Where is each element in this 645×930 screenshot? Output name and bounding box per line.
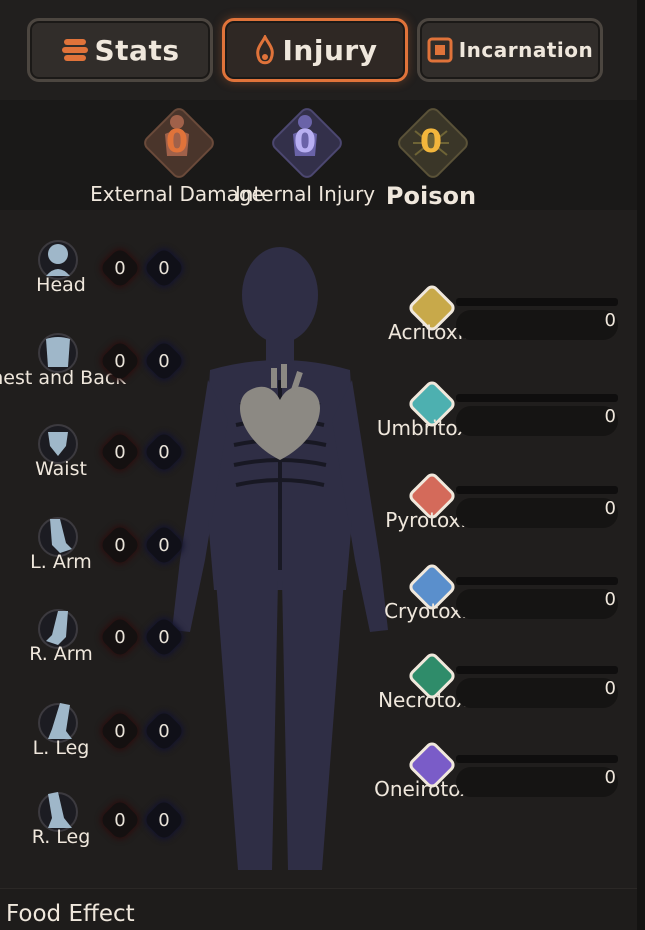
panel-edge bbox=[637, 0, 645, 930]
internal-injury-value: 0 bbox=[293, 122, 317, 160]
umbritoxin-bar bbox=[456, 394, 618, 402]
necrotoxin-value-track bbox=[456, 678, 618, 708]
food-effect-section[interactable]: Food Effect bbox=[0, 888, 637, 930]
poison-pyrotoxin[interactable]: Pyrotoxin 0 bbox=[372, 468, 622, 556]
acritoxin-value: 0 bbox=[604, 310, 616, 331]
body-part-right-leg[interactable]: R. Leg 0 0 bbox=[0, 784, 200, 864]
cryotoxin-value-track bbox=[456, 589, 618, 619]
necrotoxin-bar bbox=[456, 666, 618, 674]
body-part-waist[interactable]: Waist 0 0 bbox=[0, 416, 200, 496]
poison-necrotoxin[interactable]: Necrotoxin 0 bbox=[372, 648, 622, 736]
tab-stats-label: Stats bbox=[94, 33, 180, 67]
poison-umbritoxin[interactable]: Umbritoxin 0 bbox=[372, 376, 622, 464]
incarnation-icon bbox=[427, 37, 453, 63]
tab-incarnation[interactable]: Incarnation bbox=[417, 18, 603, 82]
body-part-left-arm[interactable]: L. Arm 0 0 bbox=[0, 509, 200, 589]
tab-injury-label: Injury bbox=[282, 33, 378, 67]
food-effect-label: Food Effect bbox=[6, 901, 135, 927]
oneirotoxin-value-track bbox=[456, 767, 618, 797]
body-part-right-arm[interactable]: R. Arm 0 0 bbox=[0, 601, 200, 681]
body-part-chest-label: Chest and Back bbox=[0, 367, 127, 389]
head-internal-value: 0 bbox=[142, 246, 186, 290]
right-leg-internal-value: 0 bbox=[142, 798, 186, 842]
stack-icon bbox=[61, 39, 88, 61]
body-diagram: Head 0 0 Chest and Back 0 0 Waist 0 0 bbox=[0, 210, 637, 890]
oneirotoxin-bar bbox=[456, 755, 618, 763]
pyrotoxin-value: 0 bbox=[604, 498, 616, 519]
acritoxin-value-track bbox=[456, 310, 618, 340]
summary-poison[interactable]: 0 Poison bbox=[376, 104, 486, 210]
body-part-chest-and-back[interactable]: Chest and Back 0 0 bbox=[0, 325, 200, 405]
body-part-head[interactable]: Head 0 0 bbox=[0, 232, 200, 312]
poison-spider-icon: 0 bbox=[394, 104, 472, 182]
flame-icon bbox=[255, 35, 274, 65]
tab-stats[interactable]: Stats bbox=[27, 18, 213, 82]
pyrotoxin-bar bbox=[456, 486, 618, 494]
umbritoxin-value: 0 bbox=[604, 406, 616, 427]
left-arm-internal-value: 0 bbox=[142, 523, 186, 567]
left-leg-internal-value: 0 bbox=[142, 709, 186, 753]
body-part-left-leg[interactable]: L. Leg 0 0 bbox=[0, 695, 200, 775]
external-damage-value: 0 bbox=[165, 122, 189, 160]
chest-external-value: 0 bbox=[98, 339, 142, 383]
chest-internal-value: 0 bbox=[142, 339, 186, 383]
cryotoxin-bar bbox=[456, 577, 618, 585]
umbritoxin-value-track bbox=[456, 406, 618, 436]
poison-acritoxin[interactable]: Acritoxin 0 bbox=[372, 280, 622, 368]
right-leg-external-value: 0 bbox=[98, 798, 142, 842]
right-arm-internal-value: 0 bbox=[142, 615, 186, 659]
cryotoxin-value: 0 bbox=[604, 589, 616, 610]
tab-injury[interactable]: Injury bbox=[222, 18, 408, 82]
injury-panel: Stats Injury Incarnation 0 External Dama bbox=[0, 0, 645, 930]
oneirotoxin-value: 0 bbox=[604, 767, 616, 788]
left-leg-external-value: 0 bbox=[98, 709, 142, 753]
right-arm-external-value: 0 bbox=[98, 615, 142, 659]
tab-incarnation-label: Incarnation bbox=[458, 38, 594, 62]
left-arm-external-value: 0 bbox=[98, 523, 142, 567]
poison-value: 0 bbox=[419, 122, 443, 160]
waist-external-value: 0 bbox=[98, 430, 142, 474]
head-external-value: 0 bbox=[98, 246, 142, 290]
poison-cryotoxin[interactable]: Cryotoxin 0 bbox=[372, 559, 622, 647]
waist-internal-value: 0 bbox=[142, 430, 186, 474]
necrotoxin-value: 0 bbox=[604, 678, 616, 699]
poison-oneirotoxin[interactable]: Oneirotoxin 0 bbox=[372, 737, 622, 825]
injury-summary: 0 External Damage 0 Internal Injury 0 Po… bbox=[0, 100, 637, 210]
internal-injury-icon: 0 bbox=[268, 104, 346, 182]
poison-label: Poison bbox=[385, 182, 477, 210]
acritoxin-bar bbox=[456, 298, 618, 306]
external-damage-icon: 0 bbox=[140, 104, 218, 182]
pyrotoxin-value-track bbox=[456, 498, 618, 528]
